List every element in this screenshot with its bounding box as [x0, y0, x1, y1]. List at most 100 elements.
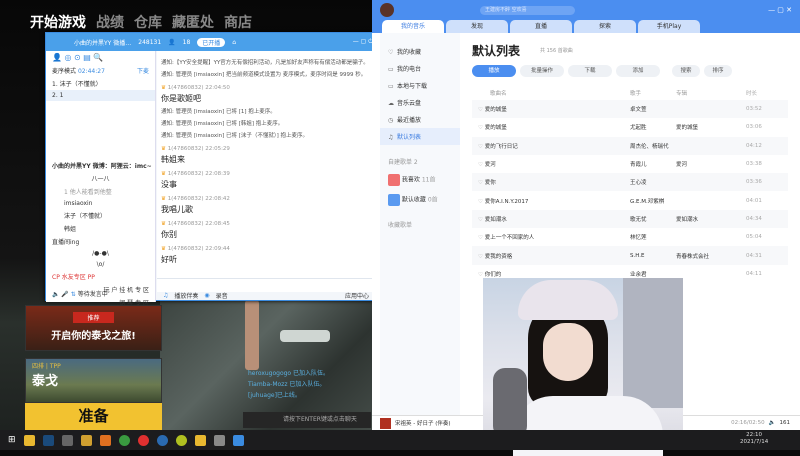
- channel-tree-item[interactable]: \o/: [46, 259, 155, 270]
- queue-item[interactable]: 2. 1: [46, 90, 155, 101]
- volume-icon[interactable]: 🔈: [769, 420, 776, 426]
- map-card[interactable]: 四排 | TPP 泰戈: [25, 358, 162, 403]
- custom-playlists-header[interactable]: 自建歌单 2: [380, 153, 460, 170]
- tab-mobile-play[interactable]: 手机Play: [638, 20, 700, 33]
- heart-icon[interactable]: ♡: [478, 180, 485, 186]
- collected-playlists-header[interactable]: 收藏歌单: [380, 216, 460, 233]
- song-album[interactable]: 爱河: [676, 160, 746, 168]
- sort-button[interactable]: 排序: [704, 65, 732, 77]
- song-row[interactable]: ♡ 爱我的资格S.H.E青春株式会社04:31: [472, 246, 788, 264]
- menu-stash[interactable]: 藏匿处: [172, 12, 214, 32]
- windows-start-icon[interactable]: ⊞: [8, 435, 16, 445]
- avatar[interactable]: [380, 3, 394, 17]
- heart-icon[interactable]: ♡: [478, 162, 485, 168]
- recommend-banner[interactable]: 推荐 开启你的泰戈之旅!: [25, 305, 162, 351]
- sidebar-item-default-list[interactable]: ♫默认列表: [380, 128, 460, 145]
- channel-user[interactable]: 韩姐: [46, 222, 155, 235]
- yy-titlebar[interactable]: 小曲的并黑YY 微播… 248131 👤18 已开播 ⌂ — ▢ ⏻: [46, 33, 379, 51]
- heart-icon[interactable]: ♡: [478, 144, 485, 150]
- heart-icon[interactable]: ♡: [478, 107, 485, 113]
- playlist-default[interactable]: 默认收藏 0首: [380, 190, 460, 210]
- song-artist[interactable]: 青霞儿: [630, 160, 676, 168]
- col-album[interactable]: 专辑: [676, 89, 746, 97]
- pubg-icon[interactable]: [24, 435, 35, 446]
- tab-explore[interactable]: 探索: [574, 20, 636, 33]
- sidebar-item-recent[interactable]: ◷最近播放: [380, 111, 460, 128]
- app-icon[interactable]: [100, 435, 111, 446]
- steam-icon[interactable]: [43, 435, 54, 446]
- sidebar-item-local[interactable]: ▭本地与下载: [380, 77, 460, 94]
- record-button[interactable]: 录音: [216, 291, 228, 300]
- playlist-liked[interactable]: 我喜欢 11首: [380, 170, 460, 190]
- batch-button[interactable]: 批量操作: [520, 65, 564, 77]
- song-row[interactable]: ♡ 爱河青霞儿爱河03:38: [472, 155, 788, 173]
- home-icon[interactable]: ⌂: [232, 39, 236, 46]
- sidebar-item-favorites[interactable]: ♡我的收藏: [380, 43, 460, 60]
- menu-start-game[interactable]: 开始游戏: [30, 12, 86, 32]
- song-artist[interactable]: 尤起胜: [630, 123, 676, 131]
- channel-tree-item[interactable]: /●-●\: [46, 248, 155, 259]
- tab-discover[interactable]: 发现: [446, 20, 508, 33]
- song-artist[interactable]: 业余君: [630, 270, 676, 278]
- window-controls[interactable]: — ▢ ✕: [768, 6, 800, 14]
- album-cover[interactable]: [380, 418, 391, 429]
- heart-icon[interactable]: ♡: [478, 254, 485, 260]
- song-artist[interactable]: 歌无忧: [630, 215, 676, 223]
- song-row[interactable]: ♡ 爱你王心凌03:36: [472, 173, 788, 191]
- menu-inventory[interactable]: 仓库: [134, 12, 162, 32]
- song-artist[interactable]: 林忆莲: [630, 233, 676, 241]
- song-artist[interactable]: 王心凌: [630, 178, 676, 186]
- search-input[interactable]: 王建房不醉 空欢喜: [480, 6, 575, 15]
- channel-user[interactable]: 沫子（不懂就）: [46, 209, 155, 222]
- pubg-icon[interactable]: [195, 435, 206, 446]
- search-button[interactable]: 搜索: [672, 65, 700, 77]
- col-title[interactable]: 歌曲名: [472, 89, 630, 97]
- game-chat-input[interactable]: 请按下ENTER键或点击聊天: [243, 412, 371, 428]
- song-artist[interactable]: 卓文萱: [630, 105, 676, 113]
- sidebar-item-radio[interactable]: ▭我的电台: [380, 60, 460, 77]
- live-button[interactable]: 已开播: [197, 38, 225, 47]
- song-row[interactable]: ♡ 爱上一个不回家的人林忆莲05:04: [472, 228, 788, 246]
- song-artist[interactable]: S.H.E: [630, 253, 676, 259]
- app-icon[interactable]: [81, 435, 92, 446]
- heart-icon[interactable]: ♡: [478, 235, 485, 241]
- song-row[interactable]: ♡ 爱如潮水歌无忧爱如潮水04:34: [472, 210, 788, 228]
- col-artist[interactable]: 歌手: [630, 89, 676, 97]
- song-row[interactable]: ♡ 爱你A.I.N.Y.2017G.E.M.邓紫棋04:01: [472, 191, 788, 209]
- song-album[interactable]: 爱的城堡: [676, 123, 746, 131]
- heart-icon[interactable]: ♡: [478, 217, 485, 223]
- heart-icon[interactable]: ♡: [478, 125, 485, 131]
- sidebar-item-cloud[interactable]: ☁音乐云盘: [380, 94, 460, 111]
- channel-tree-item[interactable]: 直播间ing: [46, 235, 155, 248]
- song-row[interactable]: ♡ 爱的城堡尤起胜爱的城堡03:06: [472, 118, 788, 136]
- yy-icon[interactable]: [233, 435, 244, 446]
- app-icon[interactable]: [214, 435, 225, 446]
- menu-shop[interactable]: 商店: [224, 12, 252, 32]
- channel-user[interactable]: imsiaoxin: [46, 198, 155, 209]
- toolbar-icons[interactable]: 👤 ◎ ⊙ ▤ 🔍: [46, 51, 155, 64]
- taskbar-clock[interactable]: 22:10 2021/7/14: [740, 432, 768, 446]
- heart-icon[interactable]: ♡: [478, 199, 485, 205]
- queue-count[interactable]: 161: [780, 420, 800, 426]
- song-artist[interactable]: 周杰伦、杨瑞代: [630, 142, 676, 150]
- play-button[interactable]: 播放: [472, 65, 516, 77]
- song-album[interactable]: 青春株式会社: [676, 252, 746, 260]
- queue-item[interactable]: 1. 沫子（不懂就）: [46, 77, 155, 90]
- channel-user[interactable]: 1 他人能看到他整: [46, 185, 155, 198]
- tab-live[interactable]: 直播: [510, 20, 572, 33]
- leave-mic-button[interactable]: 下麦: [137, 66, 149, 75]
- tab-my-music[interactable]: 我的音乐: [382, 20, 444, 33]
- mic-controls[interactable]: 🔈 🎤 ⇅ 等待发言中: [46, 287, 156, 300]
- chrome-icon[interactable]: [119, 435, 130, 446]
- play-accompaniment-button[interactable]: 播放伴奏: [174, 291, 198, 300]
- song-row[interactable]: ♡ 爱的飞行日记周杰伦、杨瑞代04:12: [472, 137, 788, 155]
- song-album[interactable]: 爱如潮水: [676, 215, 746, 223]
- menu-stats[interactable]: 战绩: [96, 12, 124, 32]
- channel-tree-item[interactable]: CP 水友专区 PP: [46, 270, 155, 283]
- app-icon[interactable]: [62, 435, 73, 446]
- heart-icon[interactable]: ♡: [478, 272, 485, 278]
- obs-icon[interactable]: [176, 435, 187, 446]
- channel-tree-item[interactable]: 八一八: [46, 172, 155, 185]
- channel-tree-root[interactable]: 小曲的并黑YY 微博：阿狸云：imc~: [46, 159, 155, 172]
- download-button[interactable]: 下载: [568, 65, 612, 77]
